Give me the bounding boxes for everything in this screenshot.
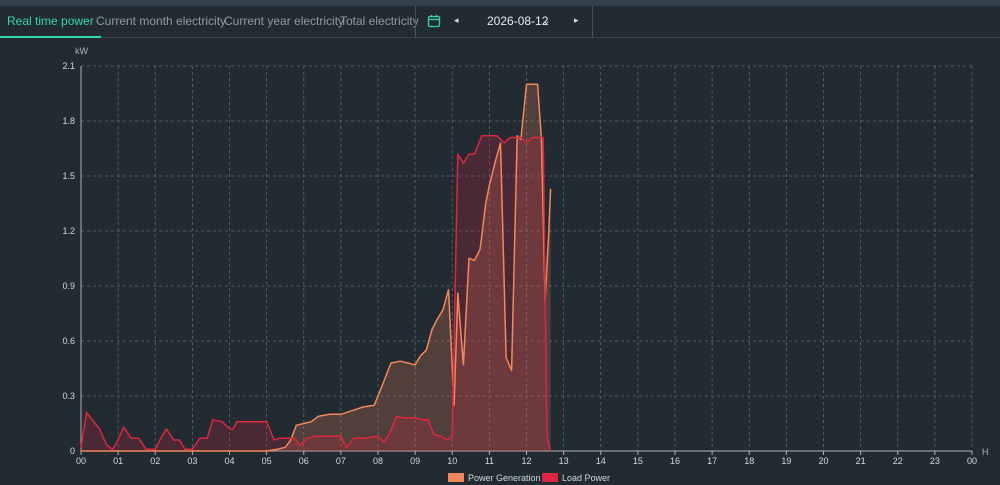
date-value[interactable]: 2026-08-12 — [487, 6, 548, 37]
tab-total-electricity[interactable]: Total electricity — [340, 6, 419, 37]
y-tick-label: 1.8 — [62, 116, 75, 126]
x-tick-label: 05 — [262, 456, 272, 466]
x-tick-label: 13 — [559, 456, 569, 466]
date-picker: ◂ 2026-08-12 ⌄ ▸ — [415, 6, 593, 37]
x-tick-label: 00 — [76, 456, 86, 466]
x-tick-label: 03 — [187, 456, 197, 466]
legend-label-load-power: Load Power — [562, 473, 611, 483]
x-tick-label: 15 — [633, 456, 643, 466]
x-tick-label: 23 — [930, 456, 940, 466]
x-tick-label: 02 — [150, 456, 160, 466]
x-tick-label: 10 — [447, 456, 457, 466]
x-tick-label: 04 — [224, 456, 234, 466]
power-chart: kW H 0 0.3 0.6 0.9 1.2 1.5 1.8 2.1 00 01 02 03 04 05 0… — [62, 46, 989, 466]
y-tick-label: 1.5 — [62, 171, 75, 181]
load-power-area — [81, 135, 551, 451]
x-tick-label: 00 — [967, 456, 977, 466]
legend-label-power-generation: Power Generation — [468, 473, 541, 483]
y-tick-label: 1.2 — [62, 226, 75, 236]
y-tick-label: 2.1 — [62, 61, 75, 71]
tab-current-year-electricity[interactable]: Current year electricity — [224, 6, 344, 37]
legend-item-power-generation[interactable]: Power Generation — [448, 473, 541, 483]
x-tick-label: 20 — [818, 456, 828, 466]
x-tick-label: 22 — [893, 456, 903, 466]
x-tick-label: 21 — [856, 456, 866, 466]
legend-swatch-power-generation — [448, 473, 464, 482]
tab-real-time-power[interactable]: Real time power — [0, 6, 101, 38]
x-tick-label: 17 — [707, 456, 717, 466]
x-tick-label: 09 — [410, 456, 420, 466]
chevron-down-icon[interactable]: ⌄ — [542, 6, 550, 37]
x-tick-label: 12 — [521, 456, 531, 466]
x-tick-label: 07 — [336, 456, 346, 466]
x-tick-label: 11 — [485, 456, 494, 466]
x-tick-label: 06 — [299, 456, 309, 466]
y-tick-label: 0.3 — [62, 391, 75, 401]
x-axis-unit-label: H — [982, 447, 989, 457]
y-tick-label: 0.6 — [62, 336, 75, 346]
y-tick-label: 0.9 — [62, 281, 75, 291]
previous-date-arrow-icon[interactable]: ◂ — [454, 15, 459, 26]
y-tick-label: 0 — [70, 446, 75, 456]
x-tick-label: 16 — [670, 456, 680, 466]
x-tick-label: 08 — [373, 456, 383, 466]
tab-current-month-electricity[interactable]: Current month electricity — [96, 6, 226, 37]
tab-bar: Real time power Current month electricit… — [0, 6, 1000, 38]
legend-item-load-power[interactable]: Load Power — [542, 473, 610, 483]
next-date-arrow-icon[interactable]: ▸ — [574, 15, 579, 26]
x-tick-label: 01 — [113, 456, 123, 466]
x-tick-label: 14 — [596, 456, 606, 466]
x-tick-label: 18 — [744, 456, 754, 466]
calendar-icon[interactable] — [427, 14, 441, 28]
legend-swatch-load-power — [542, 473, 558, 482]
x-tick-label: 19 — [781, 456, 791, 466]
y-axis-unit-label: kW — [75, 46, 89, 56]
